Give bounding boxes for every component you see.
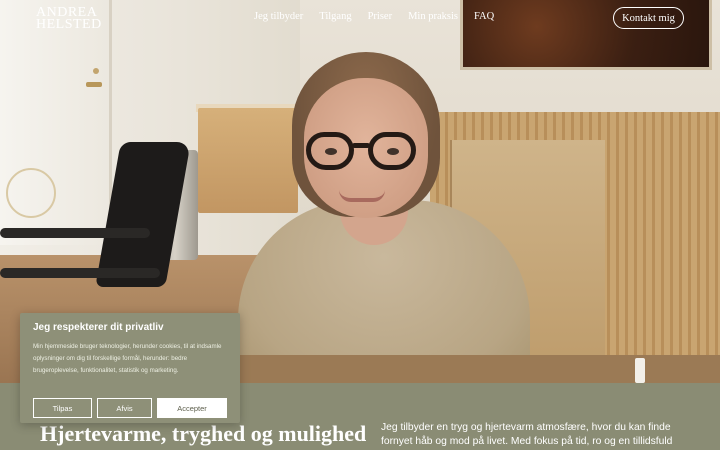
adjust-button[interactable]: Tilpas xyxy=(33,398,92,418)
eye xyxy=(387,148,399,155)
chair-arm xyxy=(0,228,150,238)
glasses-bridge xyxy=(352,143,370,148)
nav-item-tilgang[interactable]: Tilgang xyxy=(319,11,351,22)
cookie-consent-dialog: Jeg respekterer dit privatliv Min hjemme… xyxy=(20,313,240,423)
logo-line2: HELSTED xyxy=(36,17,102,32)
cookie-title: Jeg respekterer dit privatliv xyxy=(33,322,164,333)
door-handle xyxy=(86,82,102,87)
reject-button[interactable]: Afvis xyxy=(97,398,152,418)
nav-item-jeg-tilbyder[interactable]: Jeg tilbyder xyxy=(254,11,303,22)
smile xyxy=(339,190,385,202)
cookie-body: Min hjemmeside bruger teknologier, herun… xyxy=(33,343,222,374)
door-lock xyxy=(93,68,99,74)
accept-button[interactable]: Accepter xyxy=(157,398,227,418)
page-headline: Hjertevarme, tryghed og mulighed xyxy=(40,421,367,446)
nav-item-priser[interactable]: Priser xyxy=(368,11,393,22)
main-nav: Jeg tilbyder Tilgang Priser Min praksis … xyxy=(254,11,494,22)
power-outlet xyxy=(635,358,645,383)
eye xyxy=(325,148,337,155)
desk xyxy=(236,355,720,383)
nav-item-min-praksis[interactable]: Min praksis xyxy=(408,11,458,22)
intro-text: Jeg tilbyder en tryg og hjertevarm atmos… xyxy=(381,422,673,447)
site-logo[interactable]: ANDREA HELSTED xyxy=(36,6,102,32)
contact-button[interactable]: Kontakt mig xyxy=(613,7,684,29)
caduceus-emblem-icon xyxy=(6,168,56,218)
shelf xyxy=(198,108,298,213)
chair-arm xyxy=(0,268,160,278)
nav-item-faq[interactable]: FAQ xyxy=(474,11,494,22)
door xyxy=(0,0,112,245)
